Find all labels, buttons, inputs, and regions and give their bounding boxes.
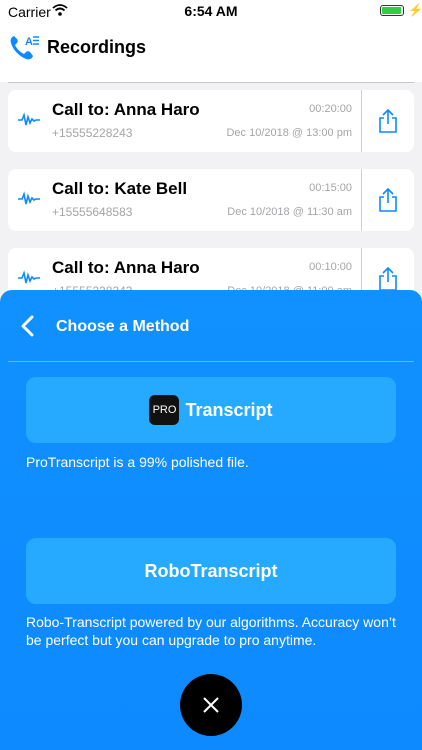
waveform-icon <box>18 112 40 133</box>
back-button[interactable] <box>18 314 38 343</box>
header: A Recordings <box>0 22 422 82</box>
status-bar: Carrier 6:54 AM ⚡ <box>0 0 422 22</box>
call-duration: 00:20:00 <box>309 103 352 115</box>
call-date: Dec 10/2018 @ 11:30 am <box>227 206 352 218</box>
pro-description: ProTranscript is a 99% polished file. <box>26 454 249 470</box>
share-icon <box>379 266 397 291</box>
header-divider <box>8 82 414 83</box>
recording-row[interactable]: Call to: Anna Haro +15555228243 00:20:00… <box>8 90 414 152</box>
svg-text:A: A <box>25 36 33 48</box>
close-button[interactable] <box>180 674 242 736</box>
charging-icon: ⚡ <box>408 3 422 17</box>
sheet-title: Choose a Method <box>56 318 190 335</box>
call-duration: 00:15:00 <box>309 182 352 194</box>
page-title: Recordings <box>47 37 147 57</box>
call-date: Dec 10/2018 @ 13:00 pm <box>226 127 352 139</box>
recording-row[interactable]: Call to: Kate Bell +15555648583 00:15:00… <box>8 169 414 231</box>
battery-icon <box>380 5 404 16</box>
method-sheet: Choose a Method PRO Transcript ProTransc… <box>0 290 422 750</box>
share-icon <box>379 187 397 212</box>
status-time: 6:54 AM <box>184 3 238 19</box>
call-title: Call to: Anna Haro <box>52 258 200 277</box>
share-button[interactable] <box>362 169 414 231</box>
chevron-left-icon <box>21 315 34 337</box>
robo-transcript-label: RoboTranscript <box>144 560 278 581</box>
share-icon <box>379 108 397 133</box>
phone-transcript-icon: A <box>8 32 40 67</box>
share-button[interactable] <box>362 90 414 152</box>
pro-transcript-button[interactable]: PRO Transcript <box>26 377 396 443</box>
robo-description: Robo-Transcript powered by our algorithm… <box>26 614 396 648</box>
pro-badge: PRO <box>149 395 180 425</box>
pro-transcript-label: Transcript <box>185 399 273 420</box>
call-phone: +15555228243 <box>52 126 133 140</box>
waveform-icon <box>18 270 40 291</box>
close-icon <box>203 697 219 713</box>
waveform-icon <box>18 191 40 212</box>
call-duration: 00:10:00 <box>309 261 352 273</box>
call-title: Call to: Anna Haro <box>52 100 200 119</box>
sheet-divider <box>8 361 414 362</box>
robo-transcript-button[interactable]: RoboTranscript <box>26 538 396 604</box>
call-phone: +15555648583 <box>52 205 133 219</box>
call-title: Call to: Kate Bell <box>52 179 188 198</box>
